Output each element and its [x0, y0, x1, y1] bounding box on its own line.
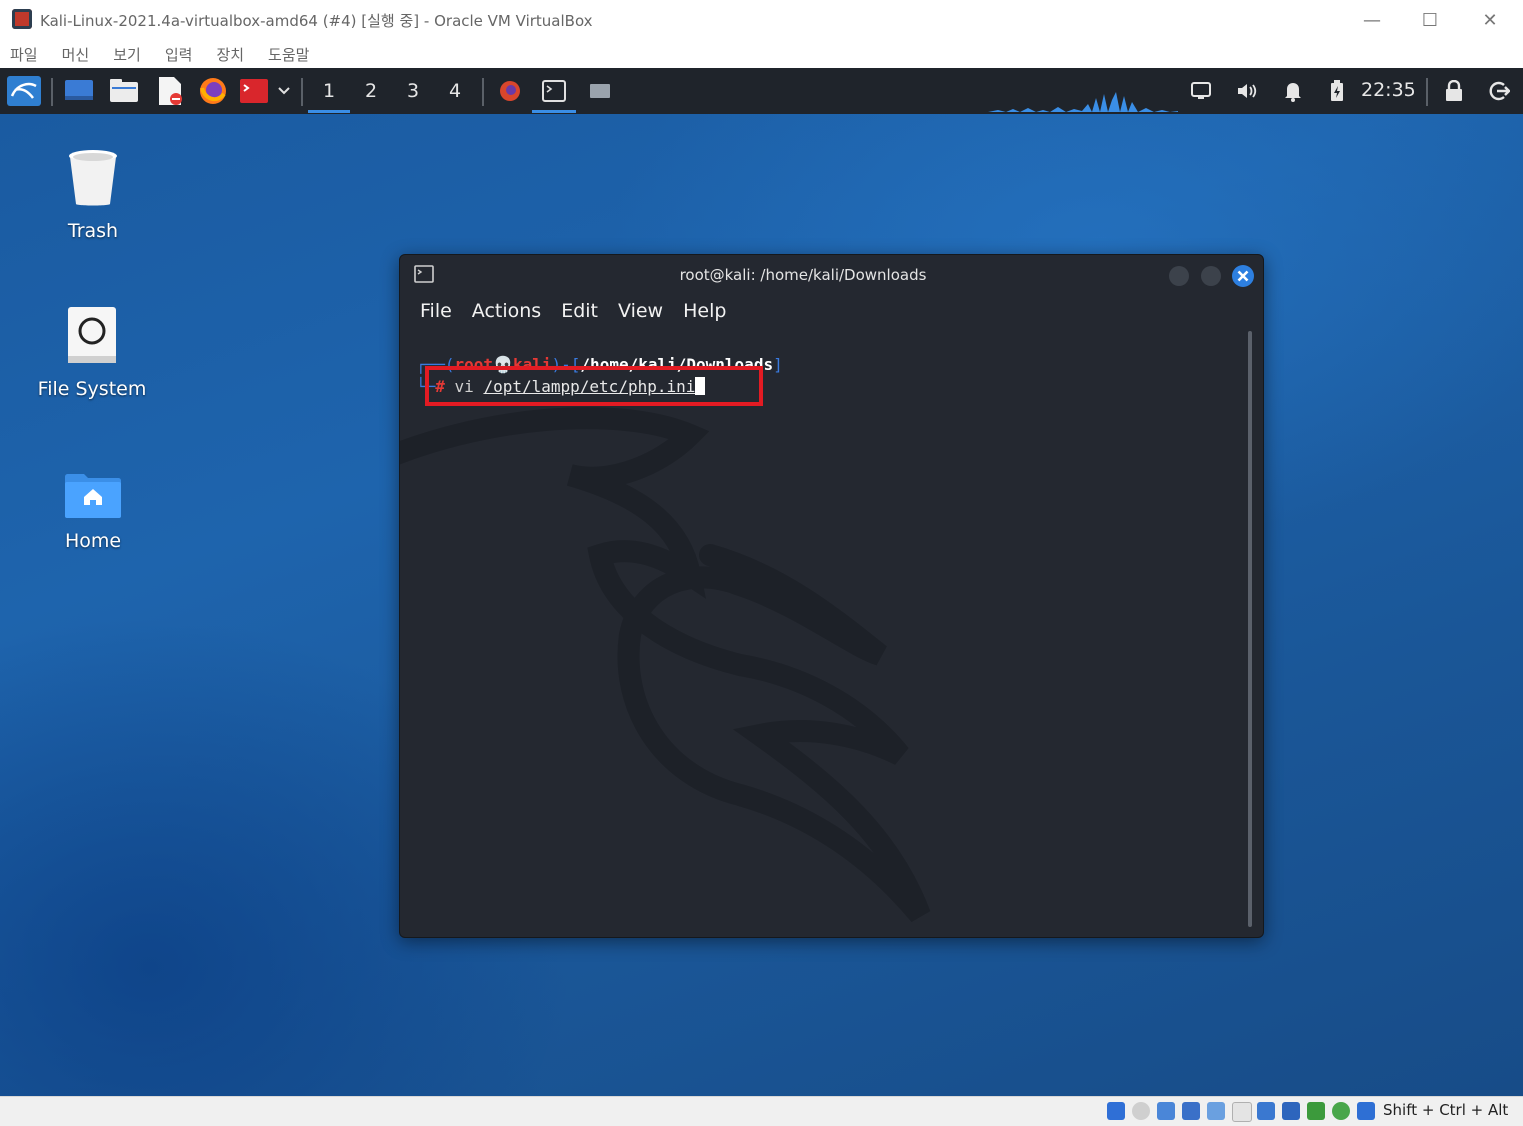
active-workspace-indicator [308, 110, 350, 113]
menu-input[interactable]: 입력 [165, 44, 205, 65]
terminal-output[interactable]: ┌──(root💀kali)-[/home/kali/Downloads] └─… [416, 347, 1236, 917]
top-panel: 1 2 3 4 22:35 [0, 68, 1523, 114]
workspace-label: 2 [364, 80, 378, 102]
keyboard-status-icon[interactable] [1357, 1102, 1375, 1120]
app-window-task-icon[interactable] [582, 74, 618, 108]
menu-machine[interactable]: 머신 [62, 44, 102, 65]
terminal-title: root@kali: /home/kali/Downloads [679, 266, 927, 284]
host-menubar: 파일 머신 보기 입력 장치 도움말 [0, 40, 1523, 68]
usb-status-icon[interactable] [1207, 1102, 1225, 1120]
menu-help[interactable]: 도움말 [268, 44, 321, 65]
workspace-label: 1 [322, 80, 336, 102]
host-titlebar: Kali-Linux-2021.4a-virtualbox-amd64 (#4)… [0, 0, 1523, 40]
desktop-icon-label: Home [64, 530, 122, 552]
terminal-close-button[interactable] [1231, 264, 1255, 288]
desktop-icon-label: File System [37, 378, 147, 400]
terminal-menu-view[interactable]: View [618, 300, 663, 322]
workspace-2[interactable]: 2 [350, 74, 392, 108]
terminal-red-icon[interactable] [238, 74, 270, 108]
panel-separator [51, 78, 53, 106]
mouse-integration-status-icon[interactable] [1332, 1102, 1350, 1120]
terminal-titlebar[interactable]: root@kali: /home/kali/Downloads [400, 255, 1263, 295]
menu-view[interactable]: 보기 [113, 44, 153, 65]
terminal-menu-file[interactable]: File [420, 300, 452, 322]
shared-folders-status-icon[interactable] [1232, 1102, 1252, 1122]
file-manager-icon[interactable] [107, 74, 141, 108]
terminal-maximize-button[interactable] [1200, 265, 1222, 287]
terminal-menu-actions[interactable]: Actions [472, 300, 541, 322]
virtualbox-app-icon [12, 9, 32, 29]
close-button[interactable]: ✕ [1463, 4, 1517, 36]
highlight-annotation-box [425, 366, 763, 406]
terminal-menu-edit[interactable]: Edit [561, 300, 598, 322]
cpu-status-icon[interactable] [1307, 1102, 1325, 1120]
desktop-icon-label: Trash [67, 220, 119, 242]
desktop-icon[interactable] [62, 74, 96, 108]
panel-clock[interactable]: 22:35 [1361, 79, 1416, 101]
panel-separator [1426, 78, 1428, 106]
display-status-icon[interactable] [1257, 1102, 1275, 1120]
text-editor-icon[interactable] [153, 74, 187, 108]
trash-icon [69, 150, 117, 206]
maximize-button[interactable]: ☐ [1403, 4, 1457, 36]
lock-icon[interactable] [1440, 74, 1468, 108]
workspace-4[interactable]: 4 [434, 74, 476, 108]
workspace-label: 4 [448, 80, 462, 102]
active-task-indicator [532, 110, 576, 113]
panel-separator [482, 78, 484, 106]
terminal-minimize-button[interactable] [1168, 265, 1190, 287]
firefox-icon[interactable] [196, 74, 230, 108]
app-terminal-task-icon[interactable] [532, 74, 576, 113]
logout-icon[interactable] [1484, 74, 1514, 108]
volume-icon[interactable] [1232, 74, 1262, 108]
network-status-icon[interactable] [1182, 1102, 1200, 1120]
battery-icon[interactable] [1324, 74, 1350, 108]
host-statusbar: Shift + Ctrl + Alt [0, 1096, 1523, 1126]
terminal-menubar: File Actions Edit View Help [410, 297, 736, 325]
terminal-scrollbar[interactable] [1248, 331, 1252, 927]
host-window-title: Kali-Linux-2021.4a-virtualbox-amd64 (#4)… [40, 12, 593, 30]
menu-devices[interactable]: 장치 [216, 44, 256, 65]
hard-disk-status-icon[interactable] [1107, 1102, 1125, 1120]
kali-menu-icon[interactable] [4, 74, 44, 108]
desktop-icon-home[interactable]: Home [13, 472, 173, 552]
optical-drive-status-icon[interactable] [1132, 1102, 1150, 1120]
desktop-icon-trash[interactable]: Trash [13, 148, 173, 242]
panel-separator [301, 78, 303, 106]
app-firefox-task-icon[interactable] [492, 74, 528, 108]
workspace-3[interactable]: 3 [392, 74, 434, 108]
vm-display[interactable]: 1 2 3 4 22:35 Trash File System Home roo… [0, 68, 1523, 1096]
recording-status-icon[interactable] [1282, 1102, 1300, 1120]
hard-drive-icon [68, 307, 116, 363]
desktop-icon-file-system[interactable]: File System [12, 306, 172, 400]
network-monitor-graph [988, 92, 1178, 112]
terminal-menu-help[interactable]: Help [683, 300, 726, 322]
menu-file[interactable]: 파일 [10, 44, 50, 65]
workspace-label: 3 [406, 80, 420, 102]
terminal-window[interactable]: root@kali: /home/kali/Downloads File Act… [399, 254, 1264, 938]
chevron-down-icon[interactable] [274, 74, 294, 108]
minimize-button[interactable]: — [1345, 4, 1399, 36]
workspace-1[interactable]: 1 [308, 74, 350, 113]
bell-icon[interactable] [1278, 74, 1308, 108]
display-icon[interactable] [1186, 74, 1216, 108]
host-key-label: Shift + Ctrl + Alt [1383, 1101, 1509, 1119]
home-folder-icon [65, 474, 121, 518]
audio-status-icon[interactable] [1157, 1102, 1175, 1120]
